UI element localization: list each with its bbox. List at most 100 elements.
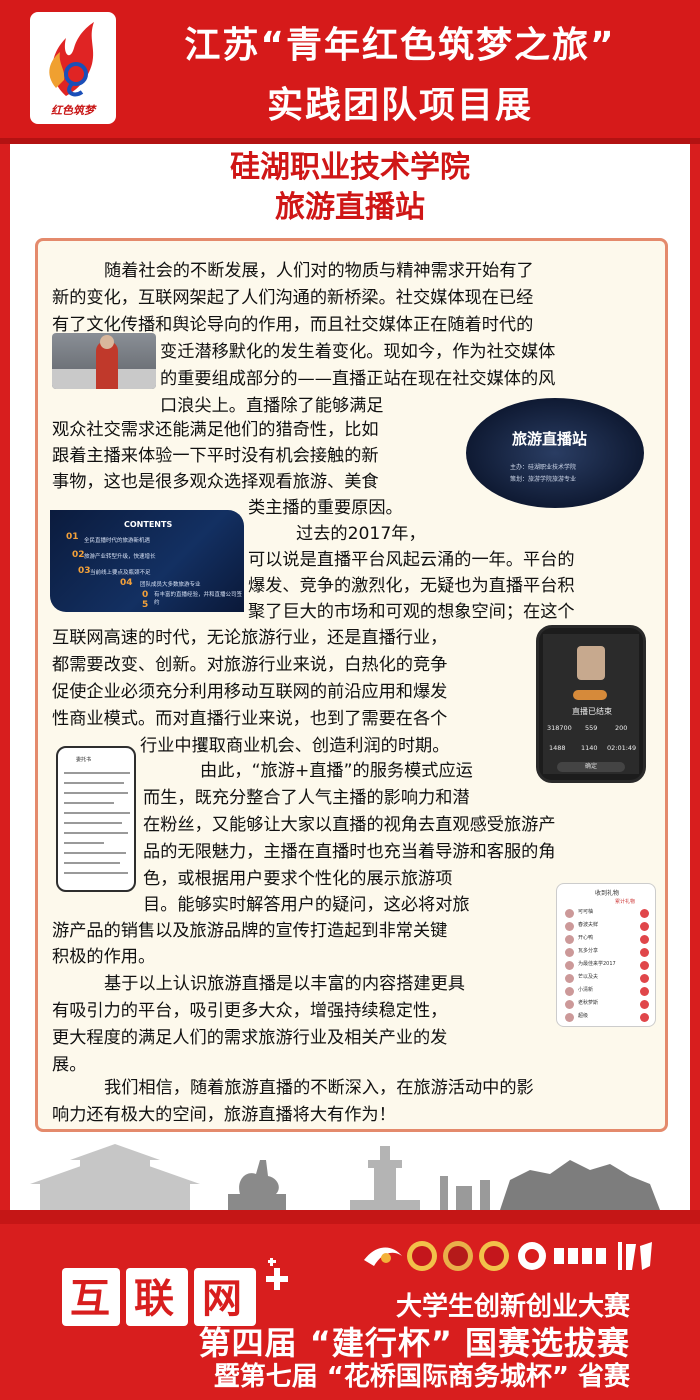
exhibition-subtitle: 实践团队项目展 xyxy=(266,85,533,126)
contents-row: 旅游产业转型升级，快速增长 xyxy=(84,554,156,560)
gift-icon xyxy=(640,1000,649,1009)
contents-number: 02 xyxy=(72,550,85,560)
gift-row: 开心鸭 xyxy=(565,934,649,946)
body-line: 行业中攫取商业机会、创造利润的时期。 xyxy=(140,736,450,756)
contents-number: 01 xyxy=(66,532,79,542)
gift-row: 芒以及夫 xyxy=(565,973,649,985)
body-line: 类主播的重要原因。 xyxy=(248,498,403,518)
body-line: 过去的2017年， xyxy=(296,524,426,544)
gift-user: 为最佳来学2017 xyxy=(578,961,616,967)
text-line xyxy=(64,872,128,874)
host-photo xyxy=(52,333,156,389)
flame-emblem-icon xyxy=(49,22,94,97)
user-avatar xyxy=(565,974,574,983)
school-seal-icon xyxy=(479,1241,509,1271)
live-cover-planner: 策划：旅游学院旅游专业 xyxy=(510,476,577,483)
text-line xyxy=(64,842,104,844)
body-line: 响力还有极大的空间，旅游直播将大有作为！ xyxy=(52,1105,396,1125)
body-line: 性商业模式。而对直播行业来说，也到了需要在各个 xyxy=(52,709,448,729)
contents-slide: CONTENTS 01 全民直播时代的旅游新机遇 02 旅游产业转型升级，快速增… xyxy=(50,510,244,612)
gift-user: 春波夫鲜 xyxy=(578,922,599,928)
stat-value: 1140 xyxy=(581,744,598,752)
huaqiao-logo-icon xyxy=(618,1242,652,1270)
gift-icon xyxy=(640,922,649,931)
stat-value: 318700 xyxy=(547,724,572,732)
live-cover-host: 主办：硅湖职业技术学院 xyxy=(510,464,577,471)
gift-icon xyxy=(640,961,649,970)
gift-row: 老秋萝斯 xyxy=(565,999,649,1011)
contents-number: 5 xyxy=(142,600,149,610)
body-line: 在粉丝，又能够让大家以直播的视角去直观感受旅游产 xyxy=(143,815,556,835)
text-line xyxy=(64,772,130,774)
user-avatar xyxy=(565,987,574,996)
body-line: 色，或根据用户要求个性化的展示旅游项 xyxy=(143,869,453,889)
body-line: 爆发、竞争的激烈化，无疑也为直播平台积 xyxy=(248,576,575,596)
contents-number: 04 xyxy=(120,578,133,588)
partner-logo-icon xyxy=(554,1248,606,1264)
text-line xyxy=(64,812,130,814)
body-line: 跟着主播来体验一下平时没有机会接触的新 xyxy=(52,446,379,466)
body-line: 促使企业必须充分利用移动互联网的前沿应用和爆发 xyxy=(52,682,448,702)
gift-row: 春波夫鲜 xyxy=(565,921,649,933)
body-line: 事物，这也是很多观众选择观看旅游、美食 xyxy=(52,472,379,492)
contents-number: 03 xyxy=(78,566,91,576)
ccb-bank-icon xyxy=(518,1242,546,1270)
body-line: 聚了巨大的市场和可观的想象空间；在这个 xyxy=(248,602,575,622)
body-line: 随着社会的不断发展，人们对的物质与精神需求开始有了 xyxy=(104,261,534,281)
stat-value: 02:01:49 xyxy=(607,744,637,752)
gift-icon xyxy=(640,1013,649,1022)
school-seal-icon xyxy=(443,1241,473,1271)
gift-user: 老秋萝斯 xyxy=(578,1000,599,1006)
body-line: 变迁潜移默化的发生着变化。现如今，作为社交媒体 xyxy=(160,342,556,362)
gift-row: 可可柚 xyxy=(565,908,649,920)
gift-user: 开心鸭 xyxy=(578,935,594,941)
body-line: 观众社交需求还能满足他们的猎奇性，比如 xyxy=(52,420,379,440)
landmark-skyline xyxy=(10,1140,690,1210)
contents-row: 团队成员大多数旅游专业 xyxy=(140,582,201,588)
exhibition-title: 江苏“青年红色筑梦之旅” xyxy=(184,25,616,66)
body-line: 由此，“旅游+直播”的服务模式应运 xyxy=(200,761,473,781)
body-line: 积极的作用。 xyxy=(52,947,156,967)
school-name: 硅湖职业技术学院 xyxy=(230,150,470,185)
brand-glyph: 联 xyxy=(134,1276,174,1322)
body-line: 有吸引力的平台，吸引更多大众，增强持续稳定性， xyxy=(52,1001,448,1021)
text-line xyxy=(64,832,128,834)
gift-row: 超级 xyxy=(565,1012,649,1024)
phone-screen: 直播已结束 318700 559 200 1488 1140 02:01:49 … xyxy=(543,634,639,774)
gift-icon xyxy=(640,974,649,983)
stat-value: 200 xyxy=(615,724,628,732)
body-line: 都需要改变、创新。对旅游行业来说，白热化的竞争 xyxy=(52,655,448,675)
gift-icon xyxy=(640,948,649,957)
follow-badge xyxy=(573,690,607,700)
gift-icon xyxy=(640,987,649,996)
user-avatar xyxy=(565,948,574,957)
brand-glyph: 互 xyxy=(70,1276,110,1322)
landmark-silhouettes-icon xyxy=(30,1144,660,1210)
stat-value: 559 xyxy=(585,724,598,732)
live-ended-phone: 直播已结束 318700 559 200 1488 1140 02:01:49 … xyxy=(536,625,646,783)
text-line xyxy=(64,862,120,864)
contents-row: 有丰富的直播经验，并和直播公司签约 xyxy=(154,592,243,606)
body-line: 展。 xyxy=(52,1055,87,1075)
text-line xyxy=(64,792,128,794)
body-line: 目。能够实时解答用户的疑问，这必将对旅 xyxy=(143,895,470,915)
live-cover-title: 旅游直播站 xyxy=(512,430,588,448)
body-line: 互联网高速的时代，无论旅游行业，还是直播行业， xyxy=(52,628,448,648)
footer-divider xyxy=(0,1210,700,1224)
body-line: 而生，既充分整合了人气主播的影响力和潜 xyxy=(143,788,470,808)
plus-icon xyxy=(266,1258,288,1290)
gifts-received-phone: 收到礼物 累计礼物 可可柚 春波夫鲜 开心鸭 瓦多分享 为最佳来学2017 芒以… xyxy=(556,883,656,1027)
brand-glyph: 网 xyxy=(202,1276,242,1322)
text-line xyxy=(64,802,114,804)
gift-row: 为最佳来学2017 xyxy=(565,960,649,972)
body-line: 品的无限魅力，主播在直播时也充当着导游和客服的角 xyxy=(143,842,556,862)
contents-row: 全民直播时代的旅游新机遇 xyxy=(84,538,151,544)
host-avatar xyxy=(577,646,605,680)
body-line: 基于以上认识旅游直播是以丰富的内容搭建更具 xyxy=(104,974,465,994)
gift-icon xyxy=(640,935,649,944)
body-line: 游产品的销售以及旅游品牌的宣传打造起到非常关键 xyxy=(52,921,448,941)
body-line: 的重要组成部分的——直播正站在现在社交媒体的风 xyxy=(160,369,556,389)
body-line: 口浪尖上。直播除了能够满足 xyxy=(160,396,384,416)
sponsor-logos xyxy=(364,1241,652,1271)
text-line xyxy=(64,782,124,784)
